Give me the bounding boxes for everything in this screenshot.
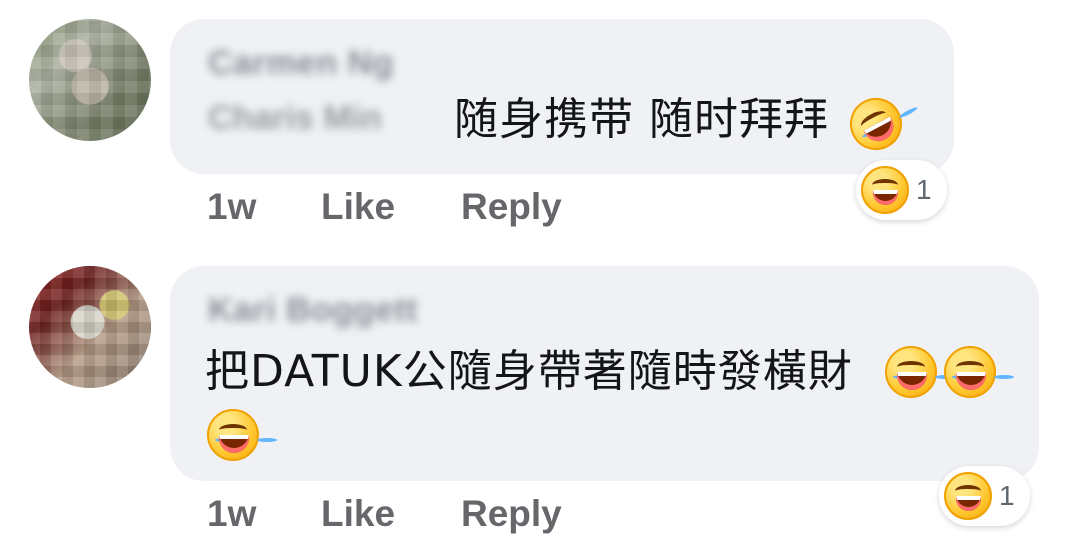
reply-button[interactable]: Reply — [461, 186, 562, 228]
reaction-count: 1 — [999, 480, 1015, 511]
like-button[interactable]: Like — [321, 186, 395, 228]
laughing-face-icon — [861, 166, 909, 214]
avatar[interactable] — [29, 266, 151, 388]
tears-of-joy-icon — [944, 346, 996, 398]
comment-text: 随身携带 随时拜拜 — [454, 94, 829, 145]
tears-of-joy-icon — [885, 346, 937, 398]
like-button[interactable]: Like — [321, 493, 395, 535]
avatar[interactable] — [29, 19, 151, 141]
comment-time[interactable]: 1w — [207, 493, 256, 535]
tears-of-joy-icon — [207, 409, 259, 461]
comment-time[interactable]: 1w — [207, 186, 256, 228]
mentioned-user[interactable]: Charis Min — [208, 99, 382, 138]
reply-button[interactable]: Reply — [461, 493, 562, 535]
reaction-summary[interactable]: 1 — [939, 466, 1030, 526]
reaction-summary[interactable]: 1 — [856, 160, 947, 220]
reaction-count: 1 — [916, 174, 932, 205]
comment-author[interactable]: Kari Boggett — [208, 291, 418, 330]
comment-author[interactable]: Carmen Ng — [208, 44, 394, 83]
laughing-face-icon — [944, 472, 992, 520]
comment-text: 把DATUK公隨身帶著隨時發橫財 — [205, 346, 853, 397]
